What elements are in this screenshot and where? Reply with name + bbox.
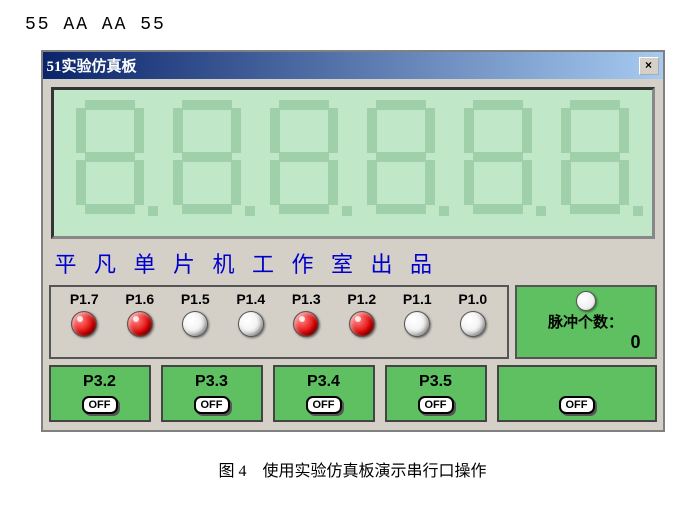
switch-toggle-P3.5[interactable]: OFF — [418, 396, 454, 414]
led-label-P1.0: P1.0 — [458, 291, 487, 307]
led-label-P1.3: P1.3 — [292, 291, 321, 307]
led-P1.4[interactable] — [238, 311, 264, 337]
switch-block-P3.3: P3.3 OFF — [161, 365, 263, 422]
led-P1.3[interactable] — [293, 311, 319, 337]
close-icon[interactable]: × — [639, 57, 659, 75]
led-label-P1.2: P1.2 — [347, 291, 376, 307]
digit-1 — [70, 98, 150, 218]
window-title: 51实验仿真板 — [47, 55, 137, 76]
switch-label: P3.2 — [55, 373, 145, 391]
pulse-label: 脉冲个数： — [548, 311, 623, 332]
studio-subtitle: 平 凡 单 片 机 工 作 室 出 品 — [55, 247, 651, 279]
led-panel: P1.7 P1.6 P1.5 P1.4 P1.3 P1.2 P1.1 P1.0 — [49, 285, 509, 359]
hex-output: 55 AA AA 55 — [25, 15, 685, 35]
led-label-P1.4: P1.4 — [236, 291, 265, 307]
pulse-switch-panel: OFF — [497, 365, 657, 422]
led-P1.5[interactable] — [182, 311, 208, 337]
led-label-P1.5: P1.5 — [181, 291, 210, 307]
switch-block-P3.5: P3.5 OFF — [385, 365, 487, 422]
led-label-P1.1: P1.1 — [403, 291, 432, 307]
switch-toggle-P3.3[interactable]: OFF — [194, 396, 230, 414]
switch-block-P3.2: P3.2 OFF — [49, 365, 151, 422]
pulse-switch[interactable]: OFF — [559, 396, 595, 414]
led-P1.0[interactable] — [460, 311, 486, 337]
switch-toggle-P3.2[interactable]: OFF — [82, 396, 118, 414]
led-P1.7[interactable] — [71, 311, 97, 337]
led-P1.6[interactable] — [127, 311, 153, 337]
digit-3 — [264, 98, 344, 218]
pulse-led-icon — [576, 291, 596, 311]
digit-4 — [361, 98, 441, 218]
switch-label: P3.3 — [167, 373, 257, 391]
digit-5 — [458, 98, 538, 218]
simulator-window: 51实验仿真板 × 平 凡 单 片 机 工 作 室 出 品 P1.7P1.6P1… — [41, 50, 665, 432]
switch-toggle-P3.4[interactable]: OFF — [306, 396, 342, 414]
switch-label: P3.4 — [279, 373, 369, 391]
switch-label: P3.5 — [391, 373, 481, 391]
led-P1.1[interactable] — [404, 311, 430, 337]
titlebar: 51实验仿真板 × — [43, 52, 663, 79]
pulse-count: 0 — [630, 332, 640, 353]
digit-6 — [555, 98, 635, 218]
figure-caption: 图 4 使用实验仿真板演示串行口操作 — [10, 457, 685, 481]
led-label-P1.6: P1.6 — [125, 291, 154, 307]
switch-block-P3.4: P3.4 OFF — [273, 365, 375, 422]
pulse-panel: 脉冲个数： 0 — [515, 285, 657, 359]
led-P1.2[interactable] — [349, 311, 375, 337]
led-label-P1.7: P1.7 — [70, 291, 99, 307]
seven-segment-display — [51, 87, 655, 239]
digit-2 — [167, 98, 247, 218]
